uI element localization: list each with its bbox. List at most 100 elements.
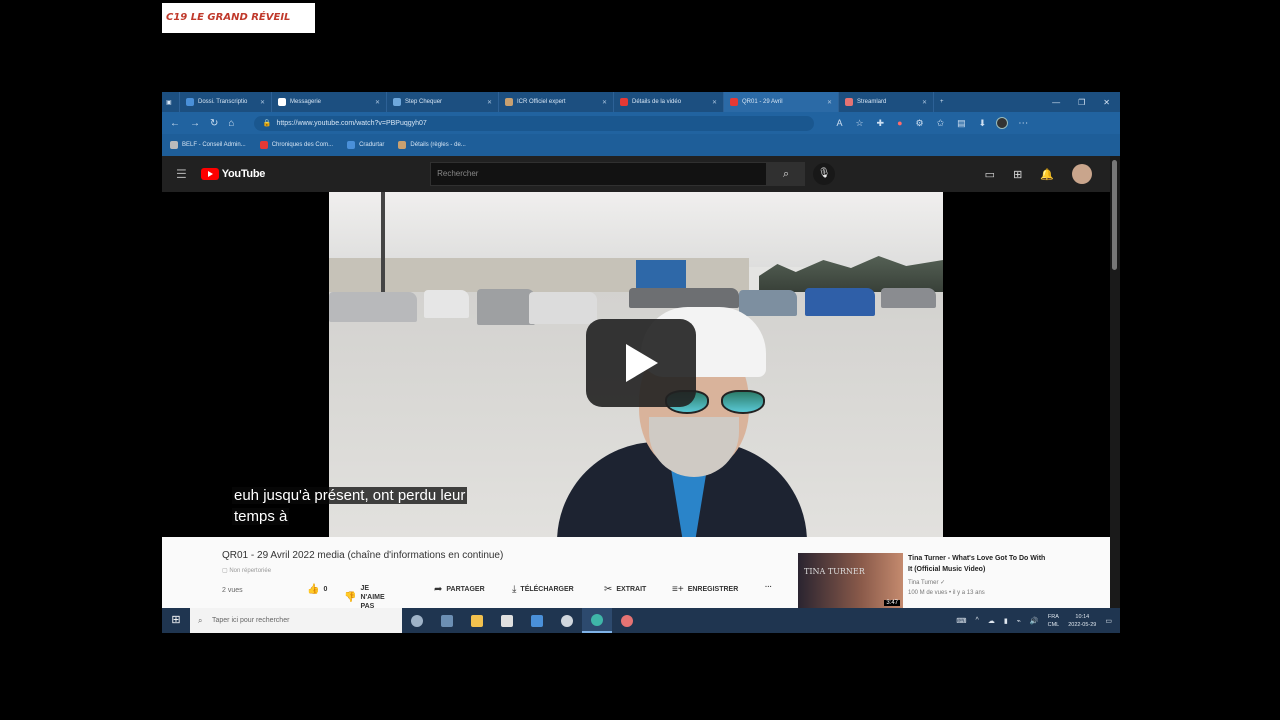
- notifications-bell-icon[interactable]: 🔔: [1040, 168, 1054, 181]
- store-icon: [501, 614, 513, 627]
- read-aloud-icon[interactable]: A: [836, 118, 842, 129]
- collections-icon[interactable]: ▤: [957, 118, 966, 129]
- create-video-icon[interactable]: ▭: [985, 168, 995, 181]
- favorite-icon[interactable]: ☆: [855, 118, 863, 129]
- youtube-logo[interactable]: YouTube: [200, 168, 265, 180]
- search-input[interactable]: Rechercher: [430, 162, 768, 186]
- cloud-icon[interactable]: ☁: [988, 617, 995, 625]
- downloads-icon[interactable]: ⬇: [979, 118, 987, 129]
- extension-icon[interactable]: ✚: [877, 118, 885, 129]
- network-icon[interactable]: ⌁: [1017, 617, 1021, 625]
- apps-grid-icon[interactable]: ⊞: [1013, 168, 1022, 181]
- close-icon[interactable]: ✕: [918, 99, 927, 106]
- taskbar-app-widgets[interactable]: [432, 608, 462, 633]
- more-menu-icon[interactable]: ⋯: [1018, 118, 1028, 129]
- more-actions-button[interactable]: ···: [765, 584, 772, 591]
- video-scene-store-sign: [636, 260, 686, 290]
- taskbar-app-file-explorer[interactable]: [462, 608, 492, 633]
- minimize-button[interactable]: —: [1052, 98, 1060, 107]
- tab-icr[interactable]: ICR Officiel expert ✕: [499, 92, 614, 112]
- subtitle-line: euh jusqu'à présent, ont perdu leur: [232, 487, 468, 504]
- taskbar-app-store[interactable]: [492, 608, 522, 633]
- start-button[interactable]: ⊞: [162, 608, 190, 633]
- clip-button[interactable]: ✂ EXTRAIT: [604, 584, 646, 595]
- new-tab-button[interactable]: +: [934, 92, 954, 112]
- microphone-icon[interactable]: 🎙: [813, 163, 836, 185]
- tab-label: Step Chequer: [405, 99, 443, 105]
- save-button[interactable]: ≡+ ENREGISTRER: [672, 584, 738, 595]
- taskbar-search-input[interactable]: ⌕ Taper ici pour rechercher: [190, 608, 402, 633]
- forward-icon[interactable]: →: [190, 118, 200, 129]
- sunglasses-lens: [721, 390, 765, 414]
- close-icon[interactable]: ✕: [483, 99, 492, 106]
- taskbar-app-edge[interactable]: [582, 608, 612, 633]
- scissors-icon: ✂: [604, 584, 613, 595]
- dislike-button[interactable]: 👎 JE N'AIME PAS: [344, 584, 394, 611]
- maximize-button[interactable]: ❐: [1078, 98, 1085, 107]
- url-field[interactable]: 🔒 https://www.youtube.com/watch?v=PBPuqg…: [254, 115, 815, 131]
- back-icon[interactable]: ←: [170, 118, 180, 129]
- save-label: ENREGISTRER: [687, 586, 739, 593]
- video-scene-sky: [329, 192, 943, 267]
- video-duration: 3:47: [884, 600, 900, 606]
- user-avatar[interactable]: [1072, 164, 1092, 184]
- close-icon[interactable]: ✕: [708, 99, 717, 106]
- close-window-button[interactable]: ✕: [1103, 98, 1110, 107]
- share-icon: ➦: [434, 584, 443, 595]
- task-view-icon: [411, 614, 423, 627]
- recommended-channel[interactable]: Tina Turner ✓: [908, 579, 945, 586]
- system-tray: ⌨ ^ ☁ ▮ ⌁ 🔊 FRA CML 10:14 2022-05-29 ▭: [956, 613, 1120, 629]
- taskbar-app-mail[interactable]: [522, 608, 552, 633]
- thumbs-down-icon: 👎: [344, 592, 357, 603]
- video-player[interactable]: euh jusqu'à présent, ont perdu leur temp…: [162, 192, 1110, 537]
- play-button[interactable]: [586, 319, 696, 407]
- video-scene-car: [529, 292, 597, 324]
- url-text: https://www.youtube.com/watch?v=PBPuqgyh…: [276, 119, 427, 127]
- battery-icon[interactable]: ▮: [1004, 617, 1008, 625]
- tab-dossier[interactable]: Dossi. Transcriptio ✕: [180, 92, 272, 112]
- tab-details-video[interactable]: Détails de la vidéo ✕: [614, 92, 724, 112]
- tab-step[interactable]: Step Chequer ✕: [387, 92, 499, 112]
- tab-actions-icon[interactable]: ▣: [162, 92, 180, 112]
- download-button[interactable]: ⤓ TÉLÉCHARGER: [512, 584, 574, 595]
- refresh-icon[interactable]: ↻: [210, 118, 218, 129]
- taskbar-app-task-view[interactable]: [402, 608, 432, 633]
- settings-icon[interactable]: ⚙: [916, 118, 924, 129]
- close-icon[interactable]: ✕: [371, 99, 380, 106]
- chevron-up-icon[interactable]: ^: [976, 617, 979, 624]
- bookmark-item[interactable]: BELF - Conseil Admin...: [170, 141, 246, 149]
- bookmark-item[interactable]: Cradurtar: [347, 141, 384, 149]
- adblock-icon[interactable]: ●: [897, 118, 902, 129]
- notification-icon[interactable]: ▭: [1105, 617, 1112, 625]
- language-indicator[interactable]: FRA CML: [1048, 613, 1060, 629]
- recommended-video-title[interactable]: Tina Turner - What's Love Got To Do With…: [908, 553, 1048, 575]
- bookmark-item[interactable]: Chroniques des Com...: [259, 141, 333, 149]
- clock[interactable]: 10:14 2022-05-29: [1068, 613, 1096, 629]
- tab-streamlard[interactable]: Streamlard ✕: [839, 92, 934, 112]
- recommended-video-thumbnail[interactable]: TINA TURNER 3:47: [798, 553, 903, 608]
- keyboard-icon[interactable]: ⌨: [956, 617, 966, 625]
- close-icon[interactable]: ✕: [823, 99, 832, 106]
- like-button[interactable]: 👍 0: [307, 584, 327, 595]
- search-button[interactable]: ⌕: [767, 162, 806, 186]
- home-icon[interactable]: ⌂: [228, 118, 234, 129]
- thumbnail-text: TINA TURNER: [804, 567, 865, 576]
- profile-avatar[interactable]: [996, 117, 1009, 129]
- bookmark-favicon: [398, 141, 407, 149]
- tab-messagerie[interactable]: Messagerie ✕: [272, 92, 387, 112]
- taskbar-app-paint[interactable]: [612, 608, 642, 633]
- bookmark-item[interactable]: Détails (règles - de...: [398, 141, 466, 149]
- favorites-list-icon[interactable]: ✩: [937, 118, 945, 129]
- taskbar-app-browser[interactable]: [552, 608, 582, 633]
- tab-qr01-active[interactable]: QR01 - 29 Avril ✕: [724, 92, 839, 112]
- close-icon[interactable]: ✕: [256, 99, 265, 106]
- video-info-area: QR01 - 29 Avril 2022 media (chaîne d'inf…: [162, 537, 1110, 611]
- hamburger-menu-icon[interactable]: ☰: [176, 167, 187, 181]
- share-button[interactable]: ➦ PARTAGER: [434, 584, 485, 595]
- scrollbar-thumb[interactable]: [1112, 160, 1117, 270]
- volume-icon[interactable]: 🔊: [1030, 617, 1039, 625]
- close-icon[interactable]: ✕: [598, 99, 607, 106]
- page-scrollbar[interactable]: [1110, 156, 1120, 608]
- edge-icon: [591, 613, 603, 626]
- toolbar-icons: A ☆ ✚ ● ⚙ ✩ ▤ ⬇: [836, 118, 986, 129]
